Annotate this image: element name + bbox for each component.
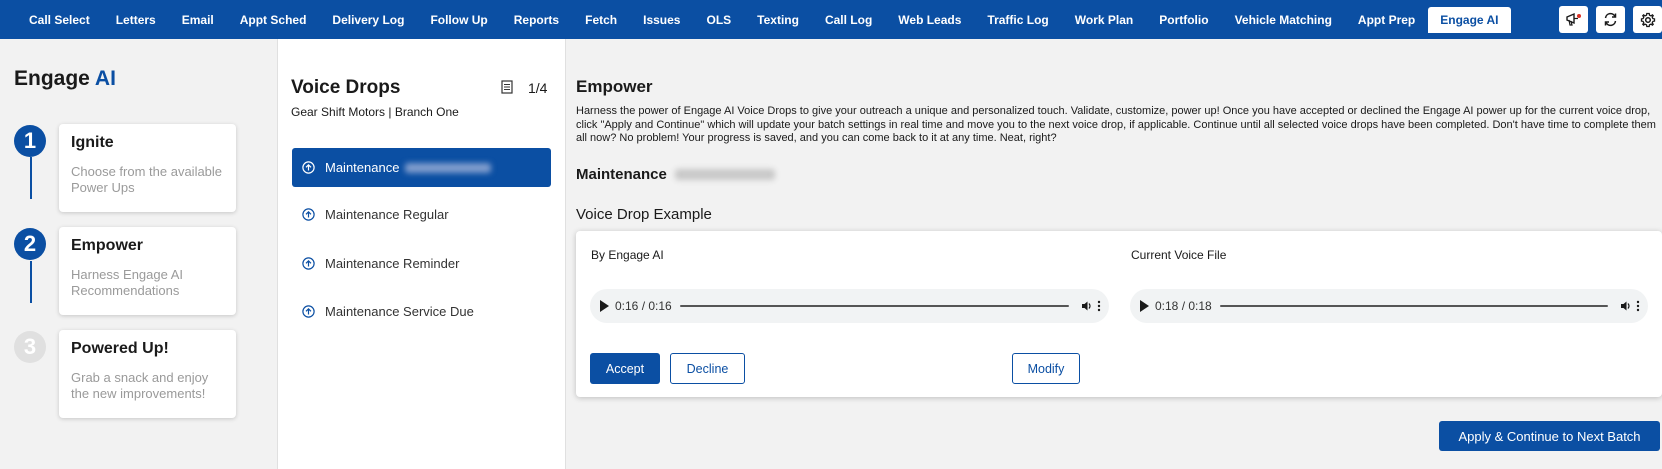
redacted-text (405, 162, 492, 173)
selected-voice-drop-label: Maintenance (576, 166, 667, 183)
tab-email[interactable]: Email (169, 0, 227, 39)
step-connector (30, 261, 32, 303)
redacted-text (674, 169, 775, 180)
voice-drop-item-maintenance-service-due[interactable]: Maintenance Service Due (292, 292, 551, 331)
tab-engage-ai[interactable]: Engage AI (1428, 7, 1511, 33)
selected-voice-drop-title: Maintenance (576, 166, 775, 183)
nav-icons (1559, 6, 1662, 33)
top-nav: Call Select Letters Email Appt Sched Deliver… (0, 0, 1662, 39)
audio-time: 0:16 / 0:16 (615, 299, 672, 313)
step-card-ignite[interactable]: Ignite Choose from the available Power U… (59, 124, 236, 212)
engage-ai-audio-label: By Engage AI (591, 248, 664, 262)
tab-call-select[interactable]: Call Select (16, 0, 103, 39)
tab-texting[interactable]: Texting (744, 0, 812, 39)
gear-icon (1640, 12, 1655, 27)
tab-work-plan[interactable]: Work Plan (1062, 0, 1146, 39)
voice-drops-title: Voice Drops (291, 77, 401, 98)
tab-traffic-log[interactable]: Traffic Log (974, 0, 1061, 39)
tab-letters[interactable]: Letters (103, 0, 169, 39)
arrow-up-circle-icon (302, 305, 315, 318)
page-title: Engage AI (14, 67, 116, 91)
audio-seek-bar[interactable] (679, 305, 1069, 307)
tab-web-leads[interactable]: Web Leads (885, 0, 974, 39)
voice-drop-item-maintenance-reminder[interactable]: Maintenance Reminder (292, 244, 551, 283)
instructions-text: Harness the power of Engage AI Voice Dro… (576, 105, 1656, 144)
progress-sidebar: Engage AI 1 Ignite Choose from the avail… (0, 39, 278, 469)
voice-drop-item-maintenance[interactable]: Maintenance (292, 148, 551, 187)
arrow-up-circle-icon (302, 257, 315, 270)
voice-drop-item-maintenance-regular[interactable]: Maintenance Regular (292, 195, 551, 234)
step-number-1: 1 (14, 125, 46, 157)
step-description: Grab a snack and enjoy the new improveme… (71, 370, 209, 401)
volume-icon[interactable] (1081, 300, 1093, 312)
brand-suffix: AI (94, 67, 116, 90)
voice-drop-label: Maintenance Service Due (325, 304, 474, 319)
current-voice-file-player[interactable]: 0:18 / 0:18 (1130, 289, 1648, 323)
tab-reports[interactable]: Reports (501, 0, 572, 39)
tab-portfolio[interactable]: Portfolio (1146, 0, 1221, 39)
audio-time: 0:18 / 0:18 (1155, 299, 1212, 313)
step-connector (30, 157, 32, 199)
section-title: Empower (576, 77, 653, 96)
decline-button[interactable]: Decline (670, 353, 745, 384)
document-icon[interactable] (501, 80, 513, 94)
step-title: Ignite (71, 134, 114, 151)
megaphone-icon (1566, 12, 1581, 26)
voice-drop-label: Maintenance Regular (325, 207, 449, 222)
apply-continue-button[interactable]: Apply & Continue to Next Batch (1439, 421, 1660, 451)
empower-panel: Empower Harness the power of Engage AI V… (566, 39, 1662, 469)
brand-prefix: Engage (14, 67, 90, 90)
arrow-up-circle-icon (302, 161, 315, 174)
step-card-empower[interactable]: Empower Harness Engage AI Recommendation… (59, 227, 236, 315)
tab-appt-prep[interactable]: Appt Prep (1345, 0, 1428, 39)
tab-appt-sched[interactable]: Appt Sched (227, 0, 320, 39)
tab-follow-up[interactable]: Follow Up (417, 0, 500, 39)
step-number-3: 3 (14, 331, 46, 363)
step-description: Harness Engage AI Recommendations (71, 267, 184, 298)
voice-drop-label: Maintenance Reminder (325, 256, 460, 271)
voice-drops-panel: Voice Drops 1/4 Gear Shift Motors | Bran… (278, 39, 566, 469)
play-icon[interactable] (1140, 300, 1149, 312)
tab-vehicle-matching[interactable]: Vehicle Matching (1222, 0, 1345, 39)
engage-ai-audio-player[interactable]: 0:16 / 0:16 (590, 289, 1109, 323)
arrow-up-circle-icon (302, 208, 315, 221)
refresh-icon (1604, 12, 1617, 27)
megaphone-button[interactable] (1559, 6, 1588, 33)
tab-delivery-log[interactable]: Delivery Log (319, 0, 417, 39)
voice-drop-example-card: By Engage AI 0:16 / 0:16 Current Voice F… (576, 231, 1662, 397)
voice-drop-label: Maintenance (325, 160, 400, 175)
step-title: Empower (71, 237, 144, 254)
settings-button[interactable] (1633, 6, 1662, 33)
modify-button[interactable]: Modify (1012, 353, 1080, 384)
step-description: Choose from the available Power Ups (71, 164, 223, 195)
play-icon[interactable] (600, 300, 609, 312)
current-voice-file-label: Current Voice File (1131, 248, 1227, 262)
more-options-icon[interactable] (1097, 300, 1101, 312)
example-title: Voice Drop Example (576, 206, 712, 223)
tab-ols[interactable]: OLS (693, 0, 744, 39)
voice-drop-counter: 1/4 (528, 80, 548, 96)
refresh-button[interactable] (1596, 6, 1625, 33)
step-title: Powered Up! (71, 340, 169, 357)
step-card-powered-up[interactable]: Powered Up! Grab a snack and enjoy the n… (59, 330, 236, 418)
tab-call-log[interactable]: Call Log (812, 0, 885, 39)
audio-seek-bar[interactable] (1219, 305, 1608, 307)
nav-tabs: Call Select Letters Email Appt Sched Deliver… (0, 0, 1511, 39)
tab-issues[interactable]: Issues (630, 0, 693, 39)
tab-fetch[interactable]: Fetch (572, 0, 630, 39)
volume-icon[interactable] (1620, 300, 1632, 312)
more-options-icon[interactable] (1636, 300, 1640, 312)
accept-button[interactable]: Accept (590, 353, 660, 384)
step-number-2: 2 (14, 228, 46, 260)
dealer-branch-label: Gear Shift Motors | Branch One (291, 105, 459, 119)
